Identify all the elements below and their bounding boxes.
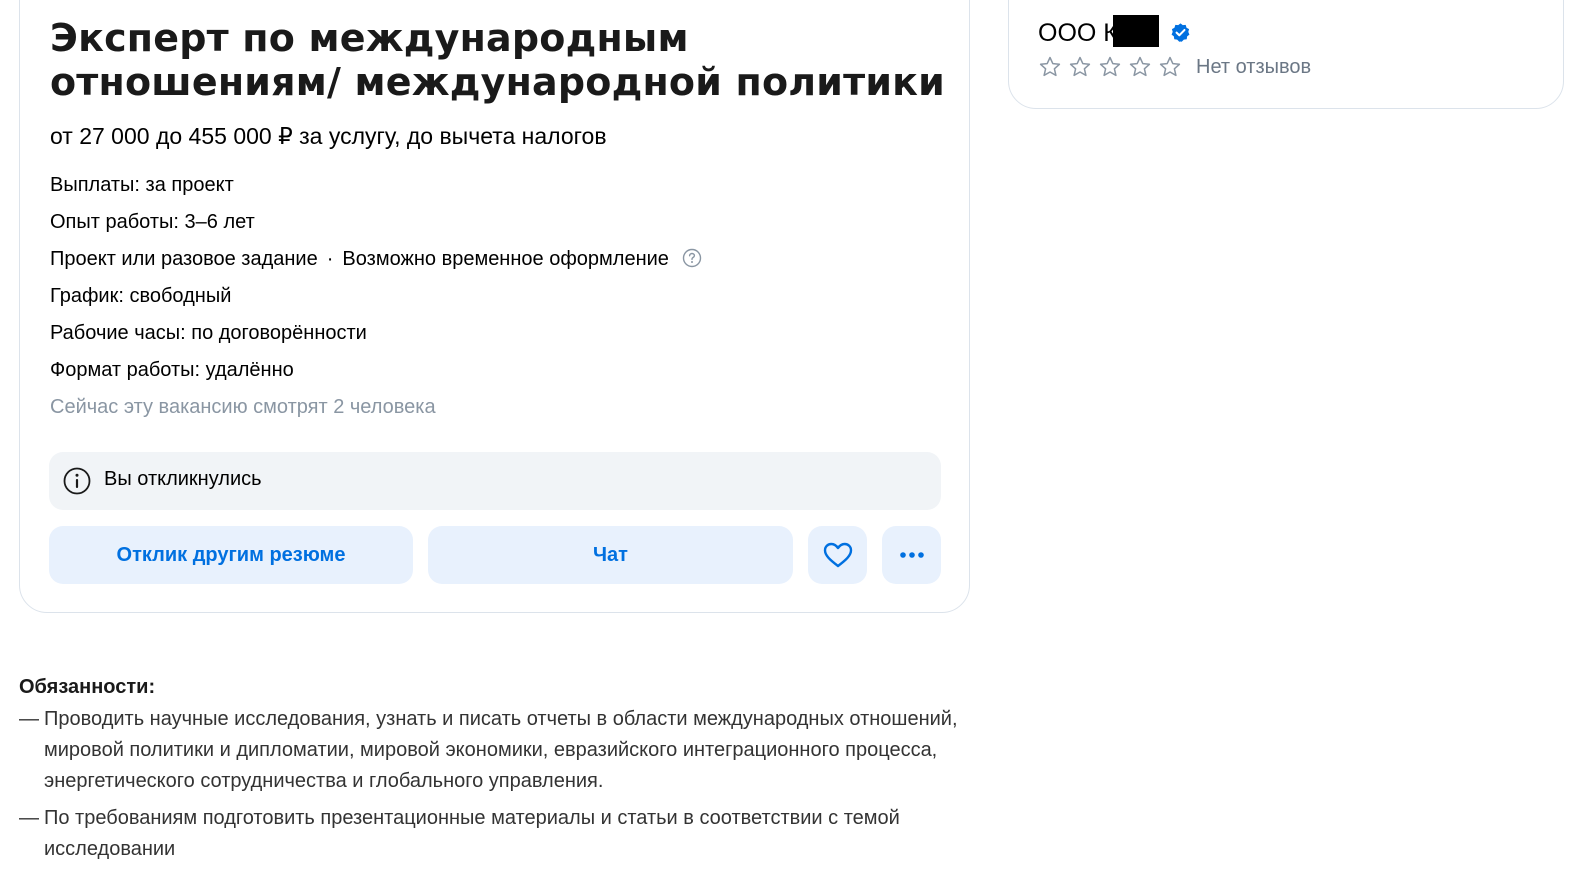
duty-text: По требованиям подготовить презентационн… [44, 807, 900, 860]
info-icon [63, 467, 91, 495]
vacancy-card: Эксперт по международным отношениям/ меж… [19, 0, 970, 613]
reviews-link[interactable]: Нет отзывов [1196, 56, 1311, 79]
list-marker: — [19, 708, 39, 730]
employment-type: Проект или разовое задание [50, 248, 318, 270]
employment-info: Проект или разовое задание · Возможно врем… [50, 248, 702, 271]
duties-heading: Обязанности: [19, 676, 156, 698]
star-outline-icon [1129, 56, 1151, 77]
duty-text: Проводить научные исследования, узнать и… [44, 708, 958, 792]
employer-name[interactable]: ООО К [1038, 19, 1118, 48]
verified-badge-icon [1171, 23, 1190, 42]
responded-notice: Вы откликнулись [49, 452, 941, 510]
responded-text: Вы откликнулись [104, 468, 262, 490]
more-button[interactable] [882, 526, 941, 584]
star-outline-icon [1159, 56, 1181, 77]
list-item: — Проводить научные исследования, узнать… [19, 704, 979, 797]
more-dots-icon [899, 552, 924, 558]
hours-info: Рабочие часы: по договорённости [50, 322, 367, 344]
star-outline-icon [1099, 56, 1121, 77]
respond-other-resume-button[interactable]: Отклик другим резюме [49, 526, 413, 584]
employment-separator: · [326, 248, 334, 270]
redaction-block [1113, 15, 1159, 47]
schedule-info: График: свободный [50, 285, 232, 307]
temporary-employment: Возможно временное оформление [342, 248, 669, 270]
employer-card: ООО К Нет отзывов [1008, 0, 1564, 109]
vacancy-salary: от 27 000 до 455 000 ₽ за услугу, до выч… [50, 123, 607, 149]
list-marker: — [19, 807, 39, 829]
viewers-count: Сейчас эту вакансию смотрят 2 человека [50, 396, 436, 418]
question-icon[interactable] [682, 248, 702, 268]
list-item: — По требованиям подготовить презентацио… [19, 803, 979, 865]
chat-button[interactable]: Чат [428, 526, 793, 584]
payments-info: Выплаты: за проект [50, 174, 234, 196]
star-outline-icon [1039, 56, 1061, 77]
duties-list: — Проводить научные исследования, узнать… [19, 704, 979, 871]
heart-icon [823, 542, 852, 568]
favorite-button[interactable] [808, 526, 867, 584]
rating-stars [1038, 55, 1182, 79]
work-format-info: Формат работы: удалённо [50, 359, 294, 381]
experience-info: Опыт работы: 3–6 лет [50, 211, 255, 233]
star-outline-icon [1069, 56, 1091, 77]
vacancy-title: Эксперт по международным отношениям/ меж… [50, 16, 945, 104]
